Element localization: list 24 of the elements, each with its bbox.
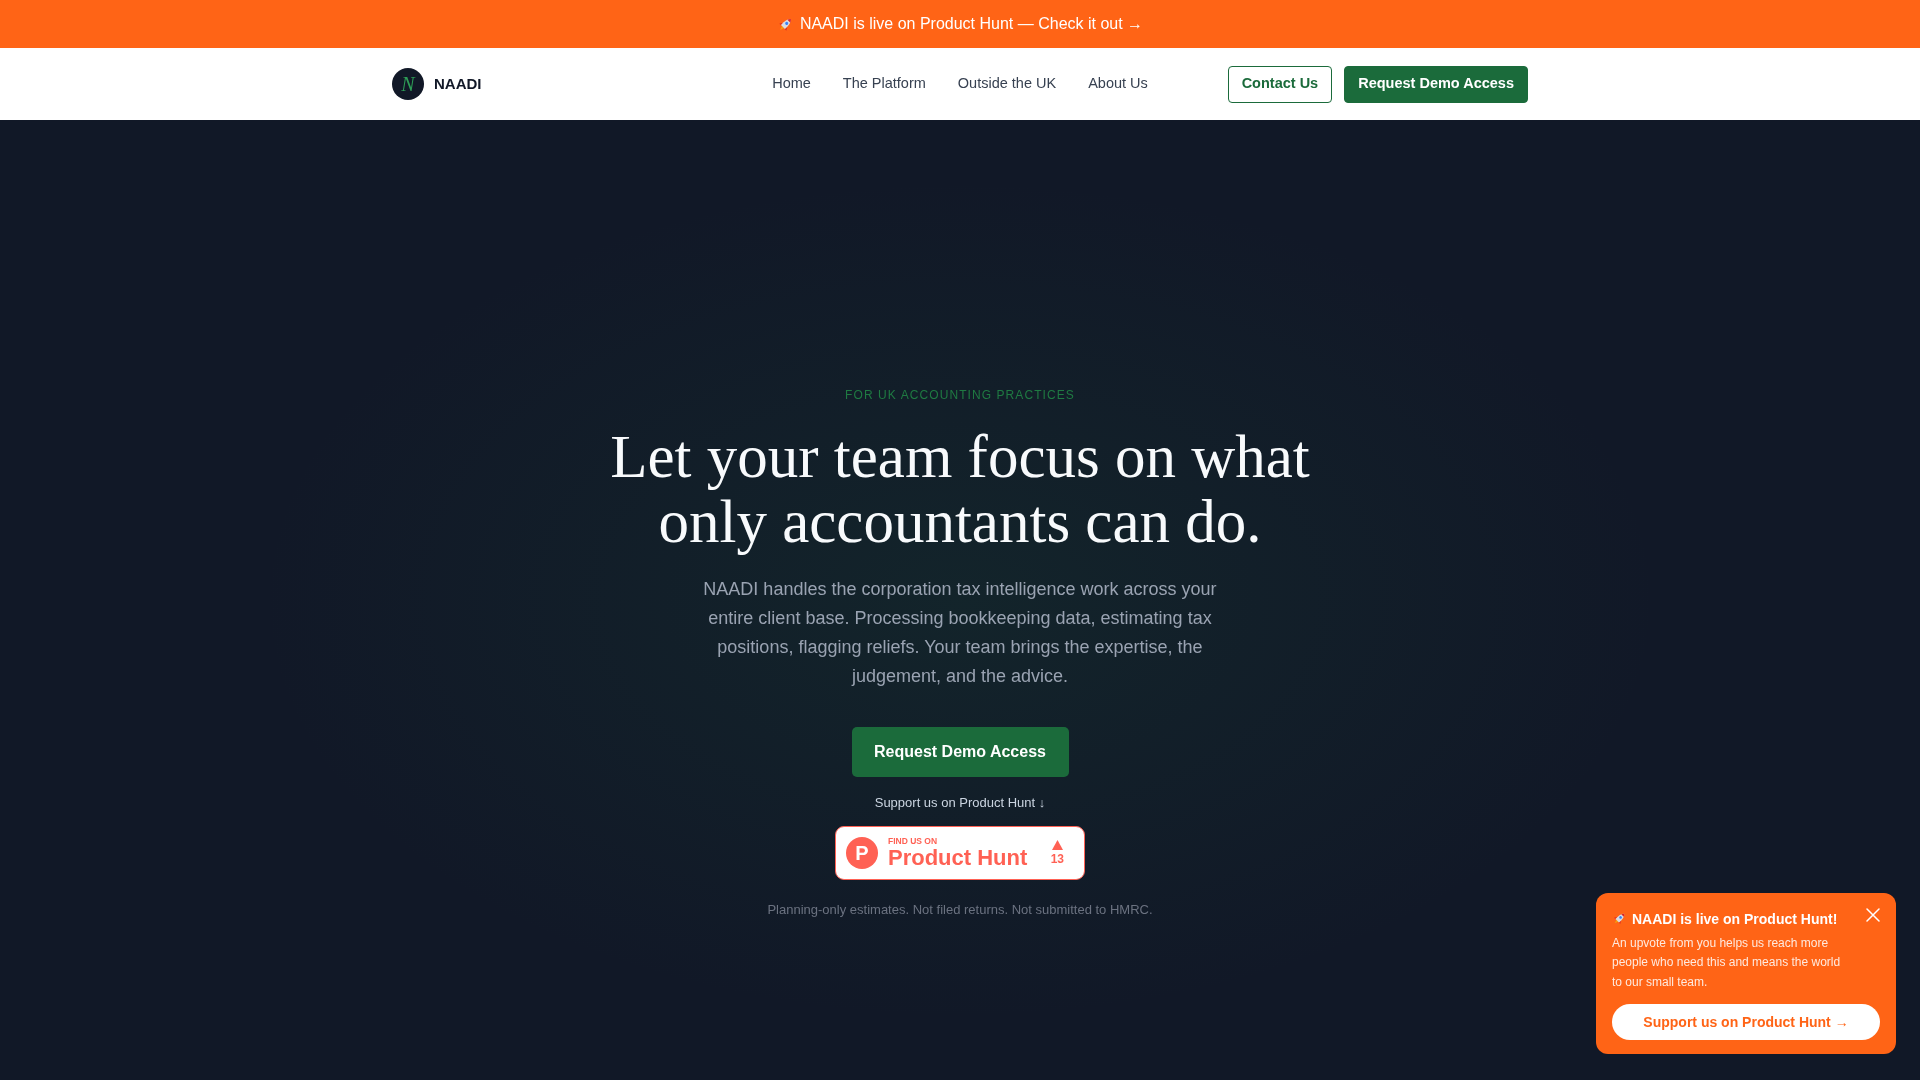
logo-mark: N <box>392 68 424 100</box>
close-button[interactable] <box>1865 906 1881 923</box>
badge-title: Product Hunt <box>888 846 1028 870</box>
nav-link[interactable]: About Us <box>1088 73 1148 95</box>
logo-mark: P <box>846 837 878 869</box>
eyebrow-text: FOR UK ACCOUNTING PRACTICES <box>845 387 1075 403</box>
nav-link[interactable]: The Platform <box>842 73 926 95</box>
nav-link[interactable]: Outside the UK <box>957 73 1057 95</box>
request-demo-button[interactable]: Request Demo Access <box>1344 65 1528 103</box>
support-link[interactable]: Support us on Product Hunt ↓ <box>874 793 1046 813</box>
hero-description: NAADI handles the corporation tax intelligence work across your entire client base. Processing bookkeeping data, estimating tax positions, flagging reliefs. Your team brings the expertise, the judgement, and the advice. <box>702 578 1218 688</box>
popup-title: NAADI is live on Product Hunt! <box>1632 909 1838 928</box>
vote-count: 13 <box>1050 853 1064 866</box>
contact-button[interactable]: Contact Us <box>1227 65 1333 103</box>
close-icon <box>1866 907 1880 922</box>
nav-link[interactable]: Home <box>772 73 811 95</box>
hero-heading: Let your team focus on what only accountants can do. <box>609 424 1311 554</box>
request-demo-button[interactable]: Request Demo Access <box>851 727 1069 777</box>
badge-kicker: FIND US ON <box>888 836 939 846</box>
disclaimer-text: Planning-only estimates. Not filed returns. Not submitted to HMRC. <box>767 901 1153 919</box>
rocket-icon <box>1612 911 1627 926</box>
upvote-triangle-icon <box>1051 840 1063 850</box>
brand-name[interactable]: NAADI <box>434 72 482 96</box>
popup-message: An upvote from you helps us reach more people who need this and means the world to our small team. <box>1612 934 1842 991</box>
